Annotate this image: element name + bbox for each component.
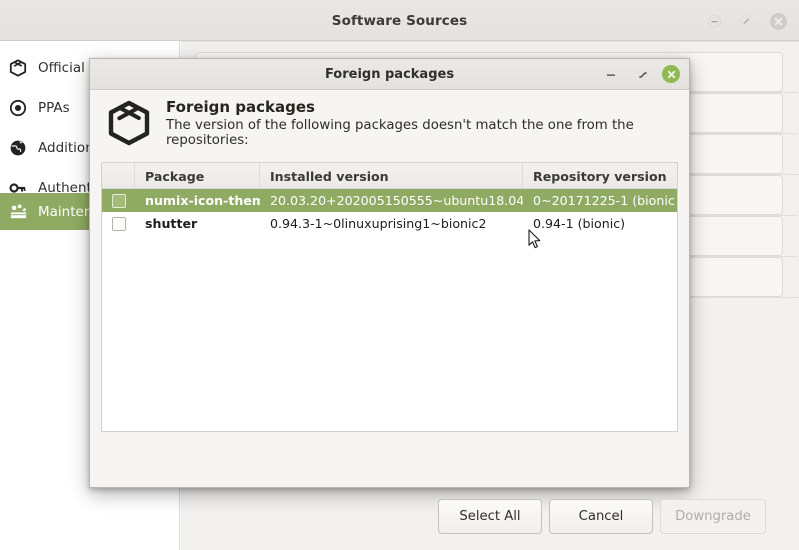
maximize-icon <box>639 71 647 79</box>
cell-repository-version: 0~20171225-1 (bionic) <box>533 193 676 208</box>
dialog-heading: Foreign packages <box>166 98 315 116</box>
package-box-icon <box>106 100 152 146</box>
dialog-header: Foreign packages The version of the foll… <box>90 90 689 156</box>
foreign-packages-table: Package Installed version Repository ver… <box>101 162 678 432</box>
table-row[interactable]: numix-icon-theme 20.03.20+202005150555~u… <box>102 189 677 212</box>
minimize-icon <box>707 14 721 28</box>
column-header-package[interactable]: Package <box>135 163 260 189</box>
foreign-packages-dialog: Foreign packages Foreign packages The ve… <box>89 58 766 534</box>
column-header-repository-version[interactable]: Repository version <box>523 163 676 189</box>
cell-installed-version: 0.94.3-1~0linuxuprising1~bionic2 <box>270 216 487 231</box>
table-row[interactable]: shutter 0.94.3-1~0linuxuprising1~bionic2… <box>102 212 677 235</box>
maximize-icon <box>739 14 753 28</box>
dialog-minimize-button[interactable] <box>603 67 619 83</box>
dialog-maximize-button[interactable] <box>635 67 651 83</box>
dialog-close-button[interactable] <box>662 65 680 83</box>
sidebar-item-label: PPAs <box>38 99 70 116</box>
dialog-title: Foreign packages <box>324 67 455 82</box>
globe-icon <box>8 138 28 158</box>
cell-package: shutter <box>145 216 198 231</box>
main-titlebar: Software Sources <box>0 0 799 41</box>
minimize-icon <box>607 74 615 76</box>
column-header-checkbox[interactable] <box>102 163 135 189</box>
main-maximize-button[interactable] <box>738 13 754 29</box>
cell-installed-version: 20.03.20+202005150555~ubuntu18.04.1 <box>270 193 523 208</box>
close-icon <box>769 12 787 30</box>
table-header-row: Package Installed version Repository ver… <box>102 163 677 189</box>
row-checkbox-cell[interactable] <box>102 212 135 235</box>
row-checkbox[interactable] <box>111 193 126 208</box>
main-minimize-button[interactable] <box>706 13 722 29</box>
row-checkbox[interactable] <box>111 216 126 231</box>
ppa-target-icon <box>8 98 28 118</box>
maintenance-icon <box>8 202 28 222</box>
cell-repository-version: 0.94-1 (bionic) <box>533 216 626 231</box>
dialog-titlebar: Foreign packages <box>90 59 689 90</box>
select-all-button[interactable]: Select All <box>438 499 542 534</box>
row-checkbox-cell[interactable] <box>102 189 135 212</box>
cancel-button[interactable]: Cancel <box>549 499 653 534</box>
cell-package: numix-icon-theme <box>145 193 260 208</box>
column-header-installed-version[interactable]: Installed version <box>260 163 523 189</box>
downgrade-button: Downgrade <box>660 499 766 534</box>
package-icon <box>8 58 28 78</box>
close-icon <box>667 70 675 78</box>
main-close-button[interactable] <box>769 12 787 30</box>
main-window-title: Software Sources <box>331 13 468 29</box>
mouse-cursor <box>528 229 542 251</box>
dialog-subheading: The version of the following packages do… <box>166 118 634 148</box>
